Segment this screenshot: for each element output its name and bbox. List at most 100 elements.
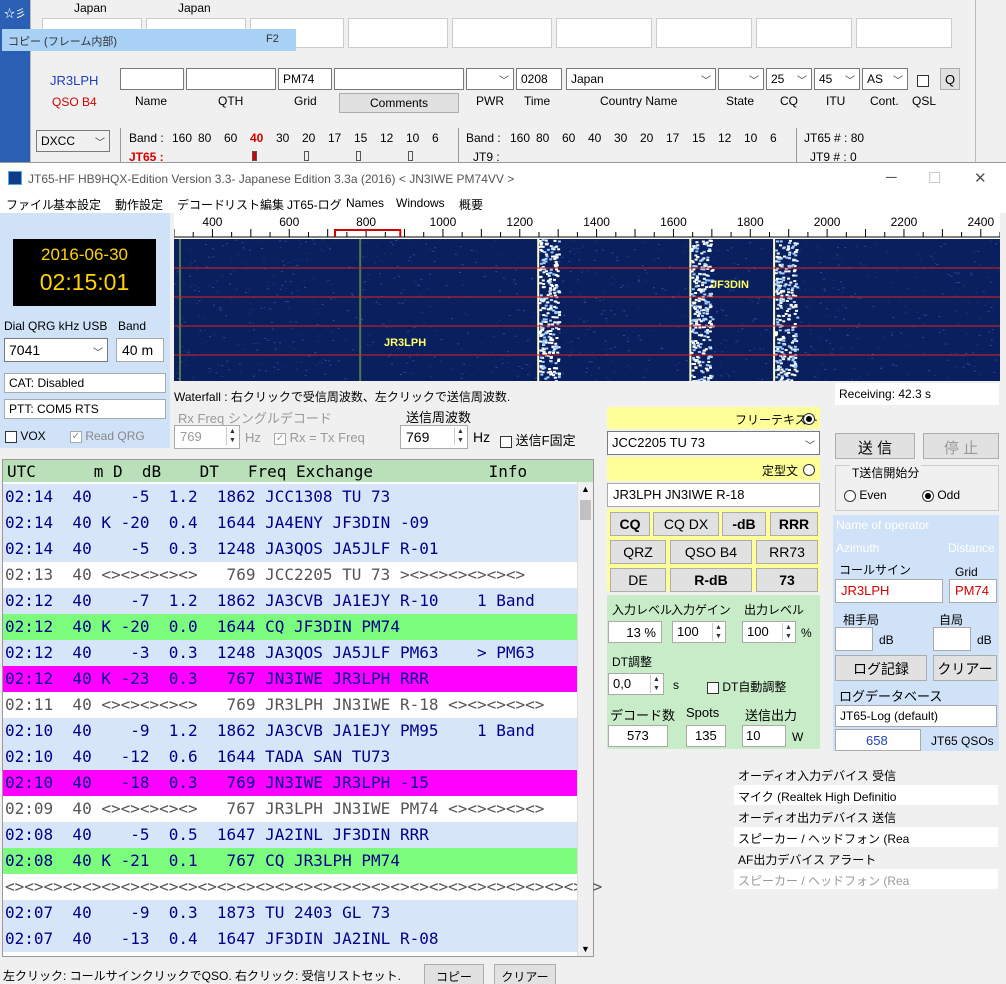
decode-row[interactable]: 02:12 40 -7 1.2 1862 JA3CVB JA1EJY R-10 … bbox=[3, 588, 577, 614]
decode-row[interactable]: 02:12 40 -3 0.3 1248 JA3QOS JA5JLF PM63 … bbox=[3, 640, 577, 666]
close-icon[interactable]: ✕ bbox=[974, 169, 987, 187]
rrr-button[interactable]: RRR bbox=[770, 512, 818, 536]
decode-row[interactable]: 02:12 40 K -23 0.3 767 JN3IWE JR3LPH RRR bbox=[3, 666, 577, 692]
dxcc-select[interactable]: DXCC ﹀ bbox=[36, 130, 110, 152]
spinner-icon[interactable]: ▲ ▼ bbox=[650, 675, 662, 693]
band-item[interactable]: 80 bbox=[536, 131, 549, 145]
cq-button[interactable]: CQ bbox=[610, 512, 650, 536]
decode-row[interactable]: 02:14 40 -5 1.2 1862 JCC1308 TU 73 bbox=[3, 484, 577, 510]
menu-decode[interactable]: デコード bbox=[177, 196, 225, 213]
73-button[interactable]: 73 bbox=[756, 568, 818, 592]
band-item[interactable]: 60 bbox=[224, 131, 237, 145]
menu-windows[interactable]: Windows bbox=[396, 196, 445, 210]
spinner-icon[interactable]: ▲ ▼ bbox=[226, 427, 238, 445]
qrz-button[interactable]: QRZ bbox=[610, 540, 666, 564]
callsign-field[interactable]: JR3LPH bbox=[835, 579, 943, 603]
band-item[interactable]: 15 bbox=[692, 131, 705, 145]
spinner-icon[interactable]: ▲ ▼ bbox=[454, 427, 466, 445]
band-item[interactable]: 6 bbox=[432, 131, 439, 145]
decode-row[interactable]: 02:10 40 -18 0.3 769 JN3IWE JR3LPH -15 bbox=[3, 770, 577, 796]
menu-names[interactable]: Names bbox=[346, 196, 384, 210]
rx-freq-field[interactable]: 769 ▲ ▼ bbox=[174, 425, 240, 449]
band-item[interactable]: 12 bbox=[380, 131, 393, 145]
minus-db-button[interactable]: -dB bbox=[722, 512, 766, 536]
free-text-select[interactable]: JCC2205 TU 73 ﹀ bbox=[607, 431, 820, 455]
decode-row[interactable]: 02:10 40 -12 0.6 1644 TADA SAN TU73 bbox=[3, 744, 577, 770]
input-gain-field[interactable]: 100 ▲ ▼ bbox=[672, 621, 726, 643]
r-db-button[interactable]: R-dB bbox=[670, 568, 752, 592]
tx-fixed-checkbox[interactable]: 送信F固定 bbox=[500, 430, 576, 449]
af-out-device[interactable]: スピーカー / ヘッドフォン (Rea bbox=[734, 869, 998, 889]
dt-auto-checkbox[interactable]: DT自動調整 bbox=[707, 678, 786, 695]
qth-field[interactable] bbox=[186, 68, 276, 90]
pwr-select[interactable]: ﹀ bbox=[466, 68, 514, 90]
band-item[interactable]: 17 bbox=[666, 131, 679, 145]
minimize-icon[interactable]: ─ bbox=[886, 169, 897, 186]
clear-button[interactable]: クリアー bbox=[494, 964, 556, 984]
country-select[interactable]: Japan ﹀ bbox=[566, 68, 716, 90]
band-item[interactable]: 80 bbox=[198, 131, 211, 145]
band-item[interactable]: 20 bbox=[640, 131, 653, 145]
comments-field[interactable] bbox=[334, 68, 464, 90]
band-item[interactable]: 160 bbox=[172, 131, 192, 145]
send-button[interactable]: 送 信 bbox=[835, 433, 915, 459]
band-item[interactable]: 17 bbox=[328, 131, 341, 145]
rx-eq-tx-checkbox[interactable]: ✓ Rx = Tx Freq bbox=[274, 430, 365, 445]
cont-select[interactable]: AS ﹀ bbox=[862, 68, 908, 90]
decode-row[interactable]: 02:08 40 -5 0.5 1647 JA2INL JF3DIN RRR bbox=[3, 822, 577, 848]
maximize-icon[interactable]: ☐ bbox=[928, 169, 941, 187]
comments-button[interactable]: Comments bbox=[339, 93, 459, 113]
menu-file[interactable]: ファイル bbox=[6, 196, 54, 213]
state-select[interactable]: ﹀ bbox=[718, 68, 764, 90]
decode-row[interactable]: <><><><><><><><><><><><><><><><><><><><>… bbox=[3, 874, 602, 900]
fixed-text-field[interactable]: JR3LPH JN3IWE R-18 bbox=[607, 483, 820, 507]
decode-scrollbar[interactable]: ▲ ▼ bbox=[577, 482, 593, 956]
vox-checkbox[interactable]: VOX bbox=[5, 429, 46, 443]
band-item[interactable]: 40 bbox=[588, 131, 601, 145]
band-item[interactable]: 20 bbox=[302, 131, 315, 145]
clear-qso-button[interactable]: クリアー bbox=[933, 655, 997, 681]
band-item[interactable]: 15 bbox=[354, 131, 367, 145]
decode-row[interactable]: 02:10 40 -9 1.2 1862 JA3CVB JA1EJY PM95 … bbox=[3, 718, 577, 744]
tx-freq-field[interactable]: 769 ▲ ▼ bbox=[400, 425, 468, 449]
decode-row[interactable]: 02:09 40 <><><><><> 767 JR3LPH JN3IWE PM… bbox=[3, 796, 577, 822]
band-item[interactable]: 60 bbox=[562, 131, 575, 145]
dial-qrg-select[interactable]: 7041 ﹀ bbox=[4, 338, 108, 362]
band-item[interactable]: 30 bbox=[276, 131, 289, 145]
band-item[interactable]: 40 bbox=[250, 131, 263, 145]
menu-basic-settings[interactable]: 基本設定 bbox=[53, 196, 101, 213]
decode-row[interactable]: 02:12 40 K -20 0.0 1644 CQ JF3DIN PM74 bbox=[3, 614, 577, 640]
name-field[interactable] bbox=[120, 68, 184, 90]
decode-row[interactable]: 02:11 40 <><><><><> 769 JR3LPH JN3IWE R-… bbox=[3, 692, 577, 718]
cq-zone-select[interactable]: 25 ﹀ bbox=[766, 68, 812, 90]
decode-row[interactable]: 02:13 40 <><><><><> 769 JCC2205 TU 73 ><… bbox=[3, 562, 577, 588]
tx-power-field[interactable]: 10 bbox=[742, 725, 786, 747]
fixed-text-radio[interactable] bbox=[803, 462, 815, 476]
read-qrg-checkbox[interactable]: ✓ Read QRG bbox=[70, 429, 145, 443]
decode-row[interactable]: 02:14 40 -5 0.3 1248 JA3QOS JA5JLF R-01 bbox=[3, 536, 577, 562]
free-text-radio[interactable] bbox=[803, 411, 815, 425]
audio-out-device[interactable]: スピーカー / ヘッドフォン (Rea bbox=[734, 827, 998, 847]
itu-select[interactable]: 45 ﹀ bbox=[814, 68, 860, 90]
decode-row[interactable]: 02:08 40 K -21 0.1 767 CQ JR3LPH PM74 bbox=[3, 848, 577, 874]
band-item[interactable]: 6 bbox=[770, 131, 777, 145]
dt-adjust-field[interactable]: 0,0 ▲ ▼ bbox=[608, 673, 664, 695]
stop-button[interactable]: 停 止 bbox=[923, 433, 999, 459]
q-button[interactable]: Q bbox=[940, 68, 960, 90]
audio-in-device[interactable]: マイク (Realtek High Definitio bbox=[734, 785, 998, 805]
band-field[interactable]: 40 m bbox=[116, 338, 164, 362]
cq-dx-button[interactable]: CQ DX bbox=[653, 512, 719, 536]
band-item[interactable]: 10 bbox=[744, 131, 757, 145]
scroll-down-icon[interactable]: ▼ bbox=[581, 944, 590, 954]
band-item[interactable]: 160 bbox=[510, 131, 530, 145]
menu-jt65-log[interactable]: JT65-ログ bbox=[287, 196, 342, 213]
scroll-thumb[interactable] bbox=[580, 500, 591, 520]
band-item[interactable]: 12 bbox=[718, 131, 731, 145]
decode-row[interactable]: 02:14 40 K -20 0.4 1644 JA4ENY JF3DIN -0… bbox=[3, 510, 577, 536]
their-db-field[interactable] bbox=[835, 627, 873, 651]
qsl-checkbox[interactable] bbox=[917, 73, 929, 87]
time-field[interactable]: 0208 bbox=[516, 68, 562, 90]
even-radio[interactable]: Even bbox=[844, 488, 887, 502]
odd-radio[interactable]: Odd bbox=[922, 488, 960, 502]
grid-field[interactable]: PM74 bbox=[278, 68, 332, 90]
